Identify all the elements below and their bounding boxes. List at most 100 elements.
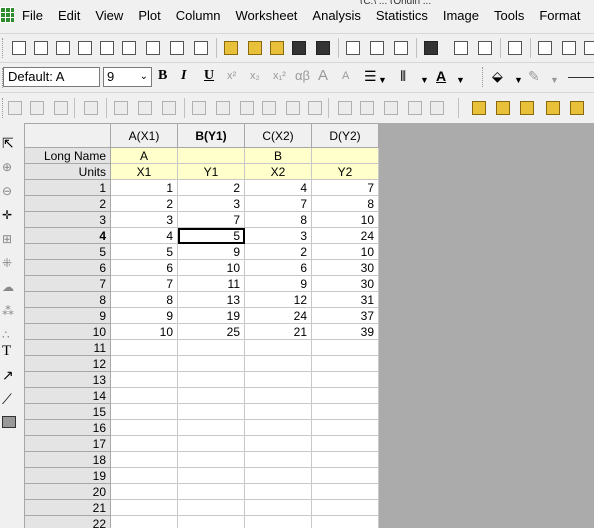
table-cell[interactable]: 19 [177, 307, 245, 324]
line-style-icon[interactable] [568, 77, 594, 78]
italic-button[interactable]: I [181, 69, 186, 83]
table-cell[interactable] [311, 403, 379, 420]
table-cell[interactable]: 4 [244, 179, 312, 196]
row-header[interactable]: 5 [24, 243, 111, 260]
menu-item-analysis[interactable]: Analysis [312, 8, 360, 23]
table-cell[interactable] [244, 419, 312, 436]
new-function-icon[interactable] [146, 41, 160, 55]
table-cell[interactable] [110, 515, 178, 528]
data-selector-icon[interactable]: ⊞ [2, 233, 16, 245]
font-select[interactable]: Default: A [3, 67, 100, 87]
table-cell[interactable]: 8 [110, 291, 178, 308]
table-cell[interactable]: 2 [177, 179, 245, 196]
font-color-button[interactable]: A [436, 69, 446, 83]
axis-box-icon[interactable] [216, 101, 230, 115]
rectangle-tool-icon[interactable] [2, 416, 16, 428]
table-cell[interactable] [177, 451, 245, 468]
row-header[interactable]: 1 [24, 179, 111, 196]
axis-extra-icon[interactable] [308, 101, 322, 115]
long-name-row-cell[interactable] [177, 147, 245, 164]
table-cell[interactable]: 39 [311, 323, 379, 340]
table-cell[interactable] [311, 371, 379, 388]
new-worksheet-icon[interactable] [34, 41, 48, 55]
table-cell[interactable]: 10 [110, 323, 178, 340]
table-cell[interactable]: 4 [110, 227, 178, 244]
column-fill-icon[interactable]: ⦀ [400, 69, 406, 83]
table-cell[interactable] [311, 419, 379, 436]
legend-icon[interactable] [338, 101, 352, 115]
draw-icon[interactable] [496, 101, 510, 115]
table-cell[interactable]: 31 [311, 291, 379, 308]
table-cell[interactable] [177, 499, 245, 516]
zoom-out-icon[interactable]: ⊖ [2, 185, 16, 197]
arrange-icon[interactable] [162, 101, 176, 115]
long-name-row-cell[interactable]: B [244, 147, 312, 164]
table-cell[interactable] [244, 451, 312, 468]
table-cell[interactable]: 7 [311, 179, 379, 196]
edit-icon[interactable] [454, 41, 468, 55]
import-multiple-ascii-icon[interactable] [370, 41, 384, 55]
table-cell[interactable] [110, 435, 178, 452]
edit-pencil-icon[interactable] [472, 101, 486, 115]
draw-data-icon[interactable]: ∴ [2, 329, 16, 341]
column-header[interactable]: D(Y2) [311, 123, 379, 148]
table-cell[interactable] [311, 355, 379, 372]
table-cell[interactable]: 11 [177, 275, 245, 292]
mask-points-icon[interactable]: ⁂ [2, 305, 16, 317]
open-template-icon[interactable] [248, 41, 262, 55]
row-header[interactable]: 8 [24, 291, 111, 308]
import-single-ascii-icon[interactable] [346, 41, 360, 55]
line-color-icon[interactable]: ✎ [528, 69, 540, 83]
data-reader-icon[interactable] [84, 101, 98, 115]
table-cell[interactable]: 13 [177, 291, 245, 308]
rescale-icon[interactable] [54, 101, 68, 115]
select-all-corner[interactable] [24, 123, 111, 148]
mask-icon[interactable] [520, 101, 534, 115]
table-icon[interactable] [360, 101, 374, 115]
table-cell[interactable] [110, 483, 178, 500]
table-cell[interactable] [244, 499, 312, 516]
table-cell[interactable] [311, 339, 379, 356]
results-log-icon[interactable] [538, 41, 552, 55]
table-cell[interactable] [244, 483, 312, 500]
table-cell[interactable]: 24 [244, 307, 312, 324]
layer-icon[interactable] [114, 101, 128, 115]
table-cell[interactable]: 8 [311, 195, 379, 212]
table-cell[interactable] [110, 499, 178, 516]
zoom-out-icon[interactable] [30, 101, 44, 115]
swap-mask-icon[interactable] [570, 101, 584, 115]
chevron-down-icon[interactable]: ▼ [514, 73, 523, 87]
units-row-cell[interactable]: X1 [110, 163, 178, 180]
pointer-icon[interactable]: ⇱ [2, 136, 16, 150]
line-tool-icon[interactable]: ⟋ [2, 392, 16, 406]
chevron-down-icon[interactable]: ▼ [378, 73, 387, 87]
chevron-down-icon[interactable]: ▼ [550, 73, 559, 87]
menu-item-plot[interactable]: Plot [138, 8, 160, 23]
menu-item-file[interactable]: File [22, 8, 43, 23]
menu-item-column[interactable]: Column [176, 8, 221, 23]
row-header[interactable]: 13 [24, 371, 111, 388]
units-row-cell[interactable]: Y1 [177, 163, 245, 180]
table-cell[interactable] [110, 371, 178, 388]
units-row-cell[interactable]: X2 [244, 163, 312, 180]
table-cell[interactable]: 3 [244, 227, 312, 244]
decrease-font-button[interactable]: A [342, 69, 349, 83]
table-cell[interactable] [311, 467, 379, 484]
duplicate-icon[interactable] [478, 41, 492, 55]
table-cell[interactable] [110, 355, 178, 372]
save-template-icon[interactable] [316, 41, 330, 55]
menu-item-worksheet[interactable]: Worksheet [236, 8, 298, 23]
row-header[interactable]: 18 [24, 451, 111, 468]
menu-item-image[interactable]: Image [443, 8, 479, 23]
table-cell[interactable] [244, 403, 312, 420]
axis-bottom-icon[interactable] [240, 101, 254, 115]
save-project-icon[interactable] [292, 41, 306, 55]
new-notes-icon[interactable] [170, 41, 184, 55]
table-cell[interactable]: 3 [110, 211, 178, 228]
table-cell[interactable]: 25 [177, 323, 245, 340]
axis-left-icon[interactable] [192, 101, 206, 115]
table-cell[interactable]: 2 [244, 243, 312, 260]
table-cell[interactable] [110, 419, 178, 436]
long-name-row-cell[interactable]: A [110, 147, 178, 164]
table-cell[interactable] [177, 419, 245, 436]
